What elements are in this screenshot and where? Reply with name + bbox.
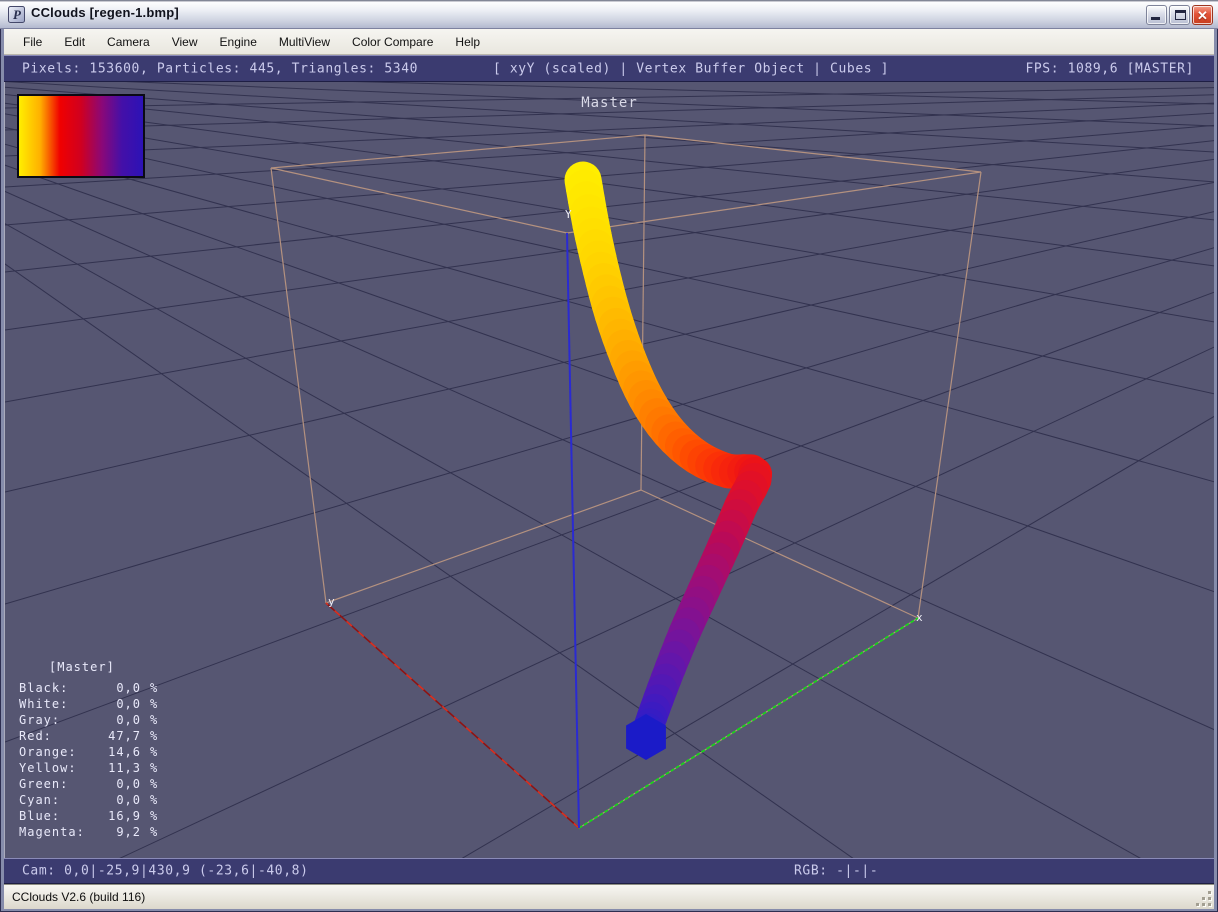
menu-item-help[interactable]: Help: [444, 31, 491, 53]
stats-label: Magenta:: [19, 824, 105, 840]
app-logo-icon: P: [8, 6, 25, 23]
stats-label: Green:: [19, 776, 105, 792]
menu-item-view[interactable]: View: [161, 31, 209, 53]
color-stats-panel: [Master]Black:0,0%White:0,0%Gray:0,0%Red…: [19, 659, 158, 840]
stats-value: 0,0: [105, 792, 141, 808]
stats-row: Gray:0,0%: [19, 712, 158, 728]
stats-value: 16,9: [105, 808, 141, 824]
maximize-icon: [1175, 10, 1186, 20]
minimize-button[interactable]: [1146, 5, 1167, 25]
stats-unit: %: [141, 680, 158, 696]
stats-value: 0,0: [105, 680, 141, 696]
stats-value: 11,3: [105, 760, 141, 776]
grip-dots: [1208, 903, 1211, 906]
stats-label: Yellow:: [19, 760, 105, 776]
stats-unit: %: [141, 712, 158, 728]
stats-row: Orange:14,6%: [19, 744, 158, 760]
menu-item-edit[interactable]: Edit: [53, 31, 96, 53]
menu-item-file[interactable]: File: [12, 31, 53, 53]
stats-header: [Master]: [19, 659, 158, 675]
app-window: P CClouds [regen-1.bmp] ✕ FileEditCamera…: [0, 0, 1218, 912]
stats-label: White:: [19, 696, 105, 712]
color-curve: [583, 180, 755, 760]
axis-labels: Yy x: [328, 208, 923, 624]
titlebar[interactable]: P CClouds [regen-1.bmp] ✕: [0, 0, 1218, 29]
camera-status-bar: Cam: 0,0|-25,9|430,9 (-23,6|-40,8) RGB: …: [4, 858, 1214, 884]
stats-unit: %: [141, 744, 158, 760]
app-status-bar: CClouds V2.6 (build 116): [4, 884, 1214, 909]
stats-label: Orange:: [19, 744, 105, 760]
stats-unit: %: [141, 792, 158, 808]
menu-bar: FileEditCameraViewEngineMultiViewColor C…: [4, 29, 1214, 55]
stats-unit: %: [141, 728, 158, 744]
render-mode-text: [ xyY (scaled) | Vertex Buffer Object | …: [493, 61, 889, 76]
window-title: CClouds [regen-1.bmp]: [31, 5, 179, 20]
version-text: CClouds V2.6 (build 116): [12, 890, 145, 904]
rgb-picker-text: RGB: -|-|-: [794, 864, 878, 879]
scene-canvas[interactable]: Yy x: [5, 82, 1214, 858]
stats-row: Black:0,0%: [19, 680, 158, 696]
stats-row: Red:47,7%: [19, 728, 158, 744]
stats-label: Gray:: [19, 712, 105, 728]
axis-label-x: x: [916, 611, 923, 624]
viewport-3d[interactable]: Yyx Master [Master]Black:0,0%White:0,0%G…: [4, 82, 1214, 858]
wireframe-cube: [271, 135, 981, 828]
close-icon: ✕: [1193, 7, 1212, 24]
minimize-icon: [1151, 17, 1160, 20]
stats-label: Blue:: [19, 808, 105, 824]
maximize-button[interactable]: [1169, 5, 1190, 25]
stats-unit: %: [141, 808, 158, 824]
stats-value: 0,0: [105, 696, 141, 712]
menu-item-camera[interactable]: Camera: [96, 31, 161, 53]
stats-unit: %: [141, 760, 158, 776]
stats-row: Cyan:0,0%: [19, 792, 158, 808]
render-stats-text: Pixels: 153600, Particles: 445, Triangle…: [22, 61, 418, 76]
menu-item-color-compare[interactable]: Color Compare: [341, 31, 444, 53]
stats-label: Cyan:: [19, 792, 105, 808]
axis-label-y: y: [328, 595, 335, 608]
stats-unit: %: [141, 776, 158, 792]
stats-value: 47,7: [105, 728, 141, 744]
menu-item-engine[interactable]: Engine: [209, 31, 268, 53]
menu-item-multiview[interactable]: MultiView: [268, 31, 341, 53]
resize-grip[interactable]: [1196, 891, 1212, 907]
stats-value: 14,6: [105, 744, 141, 760]
stats-value: 0,0: [105, 712, 141, 728]
stats-row: White:0,0%: [19, 696, 158, 712]
stats-value: 9,2: [105, 824, 141, 840]
stats-unit: %: [141, 824, 158, 840]
svg-text:P: P: [13, 7, 22, 22]
stats-unit: %: [141, 696, 158, 712]
stats-row: Magenta:9,2%: [19, 824, 158, 840]
render-stats-bar: Pixels: 153600, Particles: 445, Triangle…: [4, 55, 1214, 82]
stats-label: Black:: [19, 680, 105, 696]
axis-label-Y: Y: [565, 208, 572, 221]
floor-grid: [5, 82, 1214, 858]
stats-row: Yellow:11,3%: [19, 760, 158, 776]
viewport-title: Master: [5, 95, 1214, 111]
close-button[interactable]: ✕: [1192, 5, 1213, 25]
stats-row: Blue:16,9%: [19, 808, 158, 824]
fps-text: FPS: 1089,6 [MASTER]: [1025, 61, 1194, 76]
stats-label: Red:: [19, 728, 105, 744]
stats-value: 0,0: [105, 776, 141, 792]
camera-coords-text: Cam: 0,0|-25,9|430,9 (-23,6|-40,8): [22, 864, 309, 879]
stats-row: Green:0,0%: [19, 776, 158, 792]
